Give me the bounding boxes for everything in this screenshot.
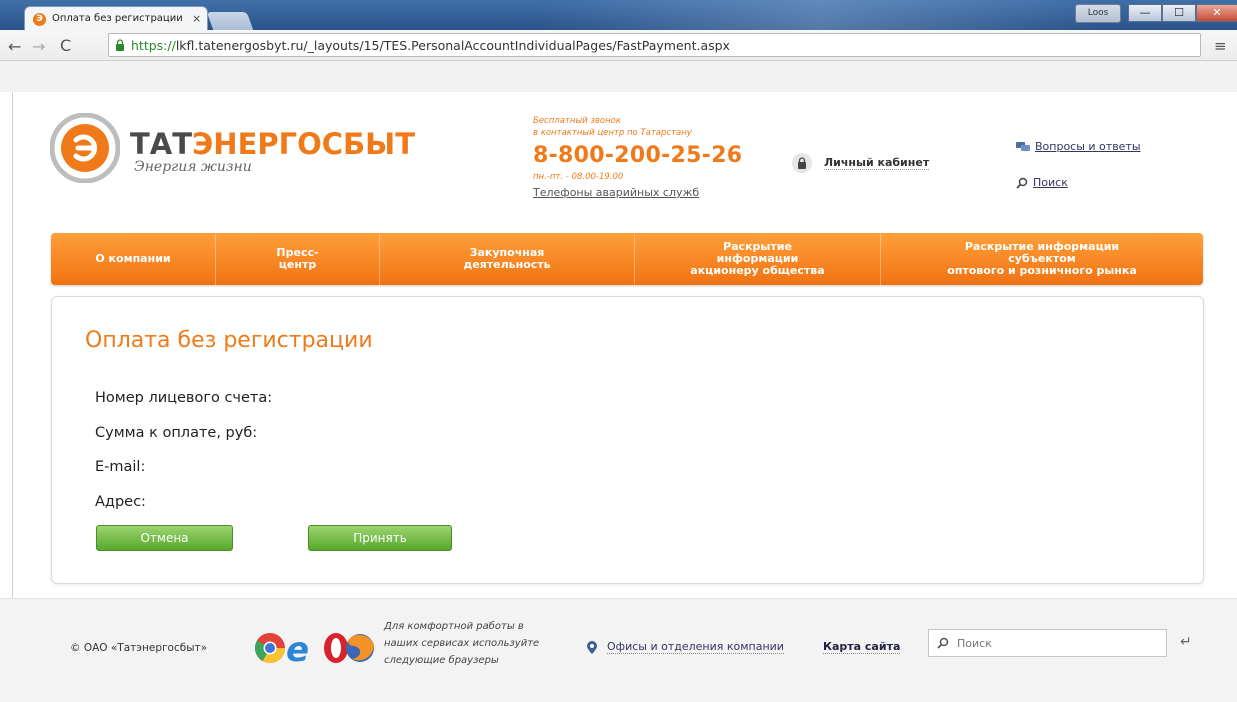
minimize-button[interactable]: — [1128, 4, 1162, 22]
tab-title: Оплата без регистрации [52, 13, 183, 24]
map-pin-icon [587, 640, 597, 654]
menu-item-shareholder-disclosure[interactable]: Раскрытие информации акционеру общества [635, 233, 881, 285]
speech-bubbles-icon [1016, 141, 1030, 151]
search-link[interactable]: Поиск [1016, 176, 1068, 189]
offices-link[interactable]: Офисы и отделения компании [587, 640, 784, 654]
offices-label: Офисы и отделения компании [607, 640, 784, 654]
logo-name: ТАТЭНЕРГОСБЫТ [130, 127, 415, 161]
email-label: E-mail: [95, 459, 146, 475]
footer-search-input[interactable] [955, 635, 1159, 651]
titlebar-decoration [540, 0, 1100, 30]
browser-tab[interactable]: Э Оплата без регистрации × [24, 6, 208, 32]
maximize-button[interactable]: ☐ [1162, 4, 1196, 22]
faq-link[interactable]: Вопросы и ответы [1016, 140, 1141, 153]
menu-item-about[interactable]: О компании [51, 233, 216, 285]
callcenter-hours: пн.-пт. - 08.00-19.00 [533, 172, 624, 182]
enter-icon[interactable]: ↵ [1180, 634, 1192, 650]
secure-lock-icon [116, 39, 124, 51]
svg-text:e: e [286, 631, 309, 665]
main-menu: О компании Пресс- центр Закупочная деяте… [51, 233, 1203, 285]
address-label: Адрес: [95, 494, 146, 510]
browser-recommendation-text: Для комфортной работы в наших сервисах и… [384, 621, 540, 666]
menu-item-press[interactable]: Пресс- центр [216, 233, 380, 285]
window-controls: — ☐ ✕ [1128, 4, 1237, 22]
ie-browser-icon[interactable]: e [286, 631, 309, 665]
forward-icon[interactable]: → [32, 37, 45, 56]
padlock-glyph-icon [798, 157, 806, 169]
browser-menu-icon[interactable]: ≡ [1214, 37, 1227, 55]
faq-label: Вопросы и ответы [1035, 140, 1141, 153]
url-text: https://lkfl.tatenergosbyt.ru/_layouts/1… [131, 38, 730, 53]
page-title: Оплата без регистрации [85, 328, 373, 353]
supported-browsers: e [254, 631, 374, 665]
back-icon[interactable]: ← [8, 37, 21, 56]
site-logo[interactable]: ТАТЭНЕРГОСБЫТ Энергия жизни [50, 113, 415, 183]
close-window-button[interactable]: ✕ [1196, 4, 1237, 22]
payment-amount-label: Сумма к оплате, руб: [95, 425, 258, 441]
chrome-browser-icon[interactable] [254, 633, 285, 664]
search-link-label: Поиск [1033, 176, 1068, 189]
tab-close-icon[interactable]: × [192, 12, 201, 25]
menu-item-market-disclosure[interactable]: Раскрытие информации субъектом оптового … [881, 233, 1203, 285]
emergency-phones-link[interactable]: Телефоны аварийных служб [533, 186, 742, 199]
new-tab-button[interactable] [206, 12, 254, 30]
logo-slogan: Энергия жизни [134, 159, 252, 175]
footer-search-box[interactable] [928, 629, 1167, 657]
account-number-label: Номер лицевого счета: [95, 390, 273, 406]
sitemap-link[interactable]: Карта сайта [823, 640, 901, 654]
callcenter-note-line2: в контактный центр по Татарстану [533, 128, 692, 138]
address-bar[interactable]: https://lkfl.tatenergosbyt.ru/_layouts/1… [108, 33, 1201, 57]
personal-cabinet-link[interactable]: Личный кабинет [792, 153, 930, 173]
url-path: lkfl.tatenergosbyt.ru/_layouts/15/TES.Pe… [175, 38, 730, 53]
logo-name-dark: ТАТ [130, 127, 193, 161]
browser-chrome: Э Оплата без регистрации × Loos — ☐ ✕ ← … [0, 0, 1237, 93]
window-titlebar: Э Оплата без регистрации × Loos — ☐ ✕ [0, 0, 1237, 32]
opera-browser-icon[interactable] [324, 633, 348, 663]
personal-cabinet-label: Личный кабинет [824, 156, 930, 170]
copyright-text: © ОАО «Татэнергосбыт» [70, 642, 208, 654]
callcenter-phone: 8-800-200-25-26 [533, 143, 743, 168]
menu-item-procurement[interactable]: Закупочная деятельность [380, 233, 635, 285]
logo-name-accent: ЭНЕРГОСБЫТ [192, 127, 415, 161]
search-icon [937, 637, 949, 649]
callcenter-block: Бесплатный звонок в контактный центр по … [533, 115, 742, 199]
window-user-button[interactable]: Loos [1075, 4, 1121, 23]
favicon-icon: Э [33, 13, 46, 26]
firefox-browser-icon[interactable] [346, 634, 374, 662]
accept-button[interactable]: Принять [308, 525, 452, 551]
reload-icon[interactable]: C [60, 36, 71, 55]
logo-emblem-icon [50, 113, 120, 183]
search-icon [1016, 177, 1028, 189]
callcenter-note-line1: Бесплатный звонок [533, 116, 622, 126]
url-scheme: https:// [131, 38, 176, 53]
padlock-icon [792, 153, 812, 173]
cancel-button[interactable]: Отмена [96, 525, 233, 551]
